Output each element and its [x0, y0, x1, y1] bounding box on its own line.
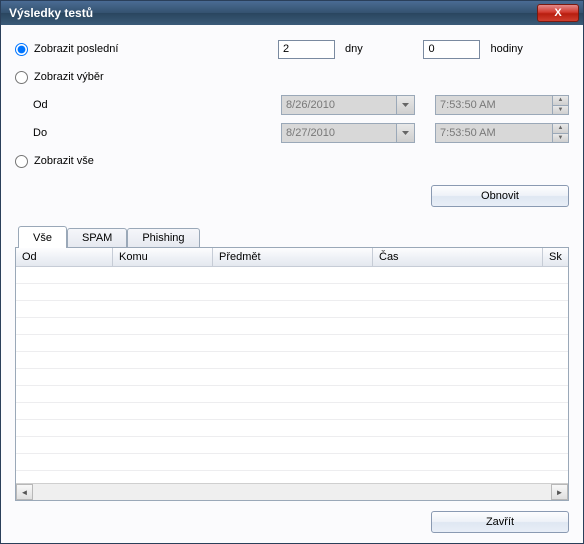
days-input[interactable] [278, 40, 335, 59]
from-label: Od [33, 99, 134, 111]
tab-phishing-label: Phishing [142, 232, 184, 244]
radio-show-range-input[interactable] [15, 71, 28, 84]
radio-show-last-label: Zobrazit poslední [34, 43, 118, 55]
table-row [16, 352, 568, 369]
spin-up-icon[interactable]: ▲ [553, 124, 568, 134]
refresh-button[interactable]: Obnovit [431, 185, 569, 207]
footer: Zavřít [15, 511, 569, 533]
from-time-spinner[interactable]: ▲ ▼ [552, 96, 568, 114]
col-time[interactable]: Čas [373, 248, 543, 266]
radio-show-range-label: Zobrazit výběr [34, 71, 104, 83]
table-row [16, 437, 568, 454]
tab-all-label: Vše [33, 232, 52, 244]
content-area: Zobrazit poslední dny hodiny Zobrazit vý… [1, 25, 583, 543]
col-to[interactable]: Komu [113, 248, 213, 266]
close-icon: X [554, 7, 561, 19]
tab-spam[interactable]: SPAM [67, 228, 127, 247]
radio-show-range[interactable]: Zobrazit výběr [15, 71, 135, 84]
table-row [16, 420, 568, 437]
titlebar: Výsledky testů X [1, 1, 583, 25]
chevron-down-icon[interactable] [396, 96, 414, 114]
tab-all[interactable]: Vše [18, 226, 67, 248]
to-label: Do [33, 127, 134, 139]
to-date-value: 8/27/2010 [286, 127, 335, 139]
row-range-from: Od 8/26/2010 7:53:50 AM ▲ ▼ [15, 93, 569, 117]
col-sk[interactable]: Sk [543, 248, 568, 266]
radio-show-all-label: Zobrazit vše [34, 155, 94, 167]
refresh-row: Obnovit [15, 185, 569, 207]
spin-up-icon[interactable]: ▲ [553, 96, 568, 106]
radio-show-last[interactable]: Zobrazit poslední [15, 43, 133, 56]
scroll-track[interactable] [33, 484, 551, 500]
row-show-range: Zobrazit výběr [15, 65, 569, 89]
table-row [16, 318, 568, 335]
from-date-value: 8/26/2010 [286, 99, 335, 111]
col-subject[interactable]: Předmět [213, 248, 373, 266]
scroll-left-icon[interactable]: ◄ [16, 484, 33, 500]
to-time-picker[interactable]: 7:53:50 AM ▲ ▼ [435, 123, 569, 143]
radio-show-last-input[interactable] [15, 43, 28, 56]
radio-show-all-input[interactable] [15, 155, 28, 168]
row-range-to: Do 8/27/2010 7:53:50 AM ▲ ▼ [15, 121, 569, 145]
table-header: Od Komu Předmět Čas Sk [16, 248, 568, 267]
row-show-all: Zobrazit vše [15, 149, 569, 173]
table-row [16, 335, 568, 352]
results-table: Od Komu Předmět Čas Sk ◄ [15, 247, 569, 501]
from-time-picker[interactable]: 7:53:50 AM ▲ ▼ [435, 95, 569, 115]
table-row [16, 454, 568, 471]
dialog-window: Výsledky testů X Zobrazit poslední dny h… [0, 0, 584, 544]
col-from[interactable]: Od [16, 248, 113, 266]
spin-down-icon[interactable]: ▼ [553, 134, 568, 143]
days-unit-label: dny [345, 43, 424, 55]
tab-spam-label: SPAM [82, 232, 112, 244]
table-row [16, 301, 568, 318]
tab-phishing[interactable]: Phishing [127, 228, 199, 247]
hours-unit-label: hodiny [490, 43, 569, 55]
hours-input[interactable] [423, 40, 480, 59]
to-time-spinner[interactable]: ▲ ▼ [552, 124, 568, 142]
close-window-button[interactable]: X [537, 4, 579, 22]
close-button-label: Zavřít [486, 516, 514, 528]
from-time-value: 7:53:50 AM [440, 99, 496, 111]
table-body [16, 267, 568, 483]
close-button[interactable]: Zavřít [431, 511, 569, 533]
table-row [16, 386, 568, 403]
table-row [16, 369, 568, 386]
row-show-last: Zobrazit poslední dny hodiny [15, 37, 569, 61]
table-row [16, 284, 568, 301]
tabs: Vše SPAM Phishing [15, 225, 569, 247]
horizontal-scrollbar[interactable]: ◄ ► [16, 483, 568, 500]
to-date-picker[interactable]: 8/27/2010 [281, 123, 415, 143]
from-date-picker[interactable]: 8/26/2010 [281, 95, 415, 115]
table-row [16, 403, 568, 420]
spin-down-icon[interactable]: ▼ [553, 106, 568, 115]
scroll-right-icon[interactable]: ► [551, 484, 568, 500]
radio-show-all[interactable]: Zobrazit vše [15, 155, 135, 168]
refresh-button-label: Obnovit [481, 190, 519, 202]
chevron-down-icon[interactable] [396, 124, 414, 142]
table-row [16, 267, 568, 284]
window-title: Výsledky testů [9, 6, 93, 20]
to-time-value: 7:53:50 AM [440, 127, 496, 139]
